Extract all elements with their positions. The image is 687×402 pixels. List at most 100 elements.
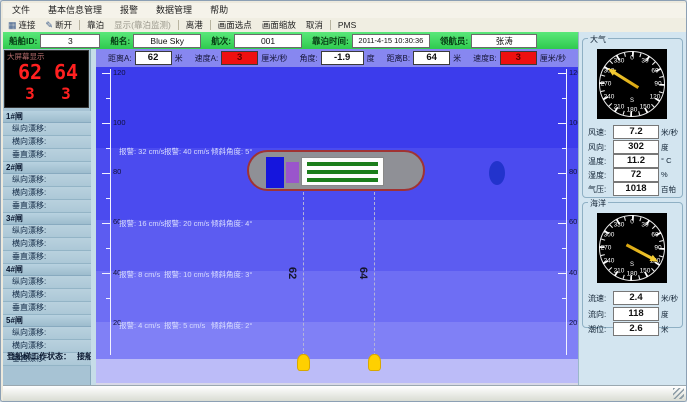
group-title-1: 1#闸 [3, 111, 91, 123]
pilot-field[interactable]: 张涛 [471, 34, 537, 48]
hatch-stripe [307, 170, 378, 174]
dist-a-label: 距离A: [108, 53, 132, 64]
gauge-label: 60 [651, 68, 658, 75]
measure-bar: 距离A: 62 米 速度A: 3 厘米/秒 角度: -1.9 度 距离B: 64… [96, 49, 578, 67]
pilot-label: 领航员: [440, 35, 468, 47]
ruler-tick-label: 100 [113, 118, 126, 127]
current-speed-unit: 米/秒 [661, 293, 678, 304]
gauge-south-label: S [630, 98, 634, 104]
gauge-label: 210 [614, 268, 625, 275]
menu-help[interactable]: 帮助 [201, 3, 237, 18]
ruler-tick-label: 20 [569, 318, 577, 327]
wind-speed-unit: 米/秒 [661, 127, 678, 138]
current-direction-row: 流向: 118 度 [583, 307, 684, 320]
voyage-label: 航次: [211, 35, 231, 47]
gauge-label: 180 [627, 107, 638, 114]
berth-button[interactable]: 靠泊 [82, 19, 109, 32]
current-direction-unit: 度 [661, 309, 669, 320]
humidity-label: 湿度: [588, 170, 606, 181]
resize-grip[interactable] [673, 388, 684, 399]
menu-basic-info[interactable]: 基本信息管理 [39, 3, 111, 18]
dist-b-value: 64 [413, 51, 450, 65]
drift-row: 垂直漂移: [3, 149, 91, 162]
drift-row: 横向漂移: [3, 136, 91, 149]
speed-a-unit: 厘米/秒 [261, 53, 287, 64]
wind-direction-label: 风向: [588, 142, 606, 153]
dist-b-unit: 米 [453, 53, 461, 64]
group-title-3: 3#闸 [3, 213, 91, 225]
pms-button[interactable]: PMS [333, 19, 361, 32]
app-window: 文件 基本信息管理 报警 数据管理 帮助 ▦ 连接 ✎ 断开 靠泊 显示(靠泊监… [0, 0, 687, 402]
pressure-row: 气压: 1018 百帕 [583, 182, 684, 195]
gauge-label: 150 [640, 268, 651, 275]
gauge-label: 270 [601, 81, 612, 88]
dist-a-value: 62 [135, 51, 172, 65]
distance-line-a [303, 192, 304, 361]
ship-id-field[interactable]: 3 [40, 34, 100, 48]
weather-group: 大气 0 30 60 90 120 150 180 210 240 270 30… [582, 38, 683, 198]
alarm-b: 报警: 5 cm/s [164, 320, 205, 331]
wind-direction-gauge: 0 30 60 90 120 150 180 210 240 270 300 3… [597, 49, 667, 119]
current-direction-gauge: 0 30 60 90 120 150 180 210 240 270 300 3… [597, 213, 667, 283]
tide-level-value: 2.6 [613, 322, 659, 336]
sensor-marker-b[interactable] [368, 354, 381, 371]
environment-panel: 大气 0 30 60 90 120 150 180 210 240 270 30… [578, 32, 686, 385]
toolbar-separator [330, 20, 331, 30]
berth-time-field[interactable]: 2011-4-15 10:30:36 [352, 34, 430, 48]
current-speed-label: 流速: [588, 293, 606, 304]
tide-level-unit: 米 [661, 324, 669, 335]
sensor-marker-a[interactable] [297, 354, 310, 371]
big-screen-display: 大屏幕显示 62 64 3 3 [4, 50, 89, 108]
distance-line-b [374, 192, 375, 361]
show-berth-monitor-button: 显示(靠泊监测) [109, 19, 176, 32]
display-speed-b: 3 [51, 84, 81, 103]
disconnect-icon: ✎ [46, 19, 54, 32]
drift-row: 纵向漂移: [3, 327, 91, 340]
angle-unit: 度 [367, 53, 375, 64]
ocean-group: 海洋 0 30 60 90 120 150 180 210 240 270 30… [582, 202, 683, 328]
menu-data[interactable]: 数据管理 [147, 3, 201, 18]
gauge-label: 240 [604, 94, 615, 101]
alarm-tilt: 倾斜角度: 3° [211, 269, 252, 280]
alarm-b: 报警: 40 cm/s [164, 146, 209, 157]
wind-direction-row: 风向: 302 度 [583, 140, 684, 153]
alarm-tilt: 倾斜角度: 2° [211, 320, 252, 331]
gauge-label: 240 [604, 258, 615, 265]
menu-file[interactable]: 文件 [3, 3, 39, 18]
drift-row: 横向漂移: [3, 187, 91, 200]
cancel-button[interactable]: 取消 [301, 19, 328, 32]
pick-point-button[interactable]: 画面选点 [213, 19, 257, 32]
depart-button[interactable]: 离港 [181, 19, 208, 32]
gauge-label: 300 [604, 232, 615, 239]
ruler-tick-label: 100 [569, 118, 578, 127]
gauge-label: 330 [614, 58, 625, 65]
current-speed-value: 2.4 [613, 291, 659, 305]
ship-bow [489, 161, 505, 185]
menu-alarm[interactable]: 报警 [111, 3, 147, 18]
drift-row: 纵向漂移: [3, 174, 91, 187]
disconnect-button[interactable]: ✎ 断开 [41, 19, 78, 32]
drift-row: 横向漂移: [3, 238, 91, 251]
ship-name-field[interactable]: Blue Sky [133, 34, 201, 48]
alarm-a: 报警: 32 cm/s [119, 146, 164, 157]
voyage-field[interactable]: 001 [234, 34, 302, 48]
alarm-b: 报警: 10 cm/s [164, 269, 209, 280]
tide-level-row: 潮位: 2.6 米 [583, 322, 684, 335]
gauge-label: 60 [651, 232, 658, 239]
temperature-row: 温度: 11.2 ° C [583, 154, 684, 167]
zoom-view-button[interactable]: 画面缩放 [257, 19, 301, 32]
humidity-row: 湿度: 72 % [583, 168, 684, 181]
wind-direction-value: 302 [613, 140, 659, 154]
drift-row: 纵向漂移: [3, 123, 91, 136]
wind-speed-value: 7.2 [613, 125, 659, 139]
gauge-label: 210 [614, 104, 625, 111]
connect-label: 连接 [19, 19, 36, 32]
gauge-label: 180 [627, 271, 638, 278]
ruler-tick-label: 120 [113, 68, 126, 77]
gangway-label: 登船梯工作状态： [7, 352, 71, 361]
ship-symbol[interactable] [247, 150, 425, 191]
connect-button[interactable]: ▦ 连接 [3, 19, 41, 32]
drift-row: 垂直漂移: [3, 302, 91, 315]
current-direction-label: 流向: [588, 309, 606, 320]
gauge-label: 330 [614, 222, 625, 229]
